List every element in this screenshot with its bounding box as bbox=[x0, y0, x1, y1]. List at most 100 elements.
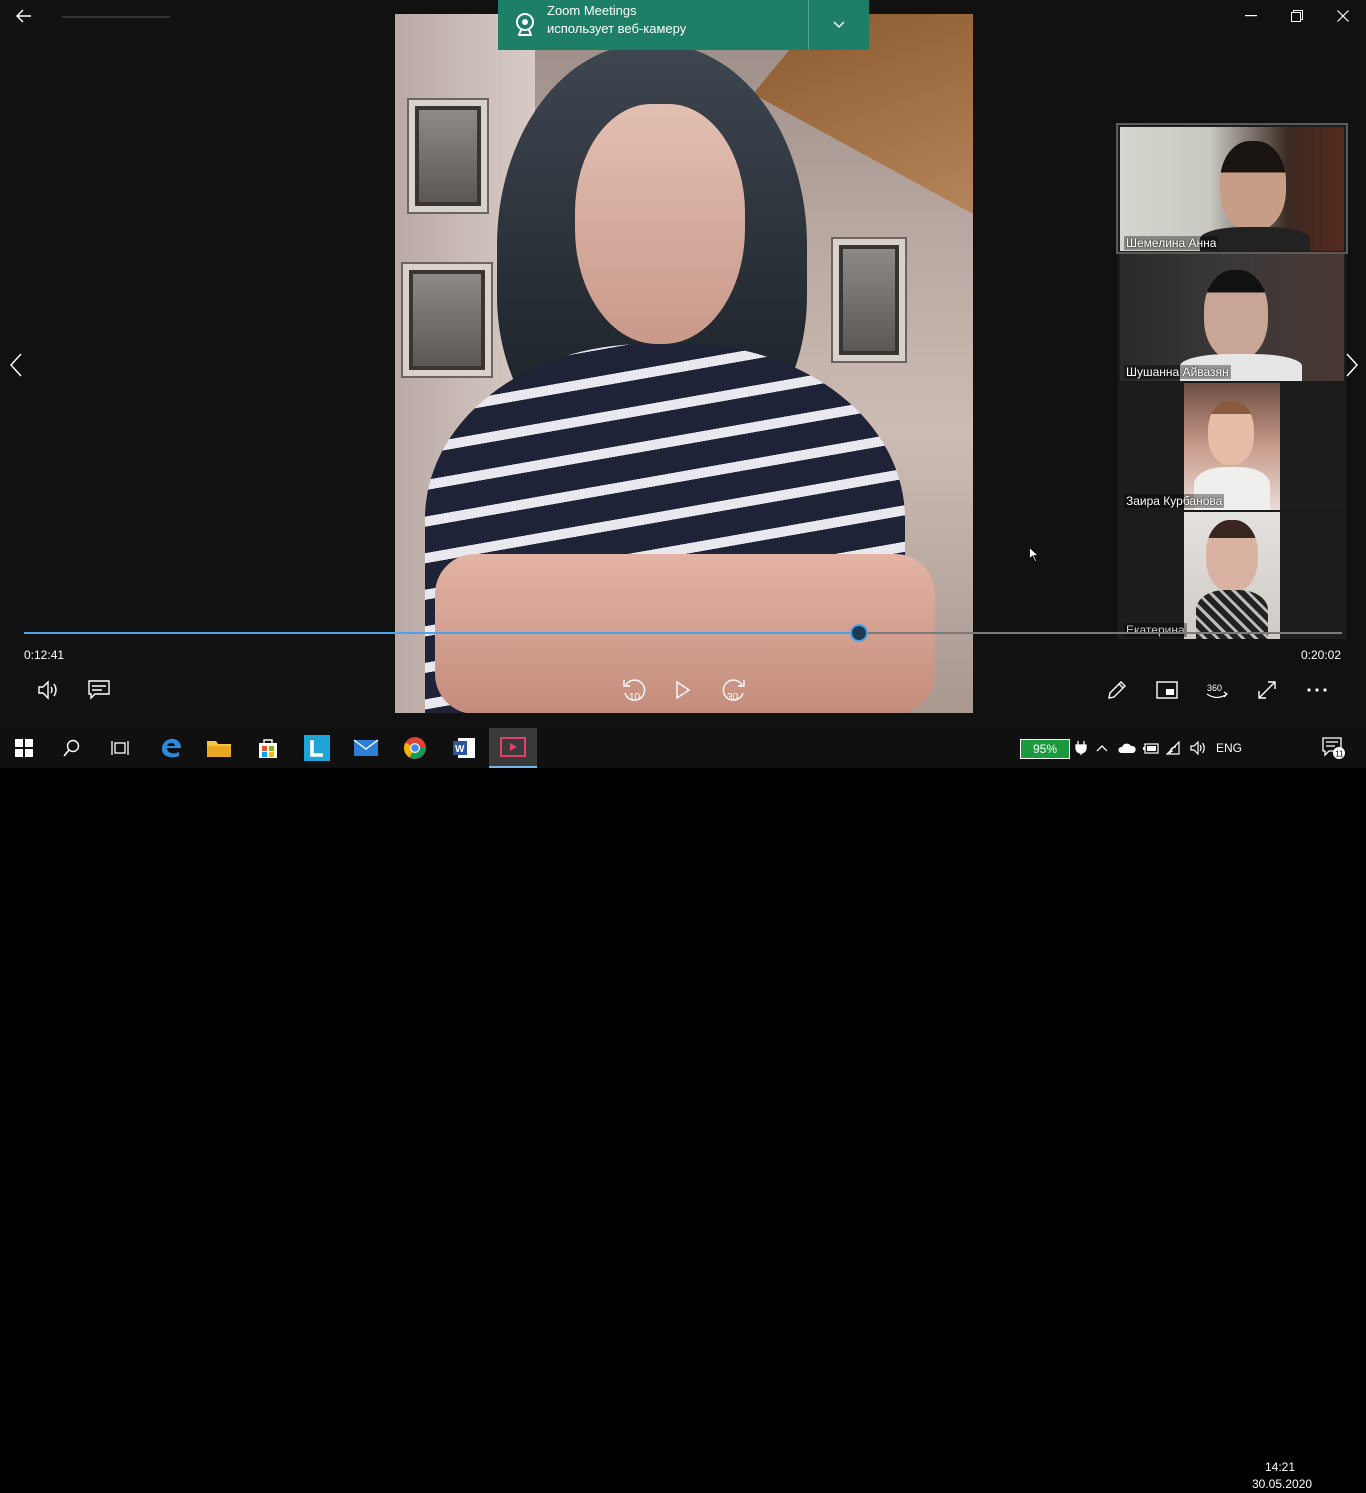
expand-icon bbox=[1258, 681, 1276, 699]
notifications-icon: 11 bbox=[1322, 737, 1345, 759]
wall-photo bbox=[833, 239, 905, 361]
video-player-icon bbox=[500, 737, 526, 757]
more-icon bbox=[1307, 688, 1327, 692]
skip-back-label: 10 bbox=[629, 692, 641, 703]
windows-logo-icon bbox=[15, 739, 33, 757]
action-center-button[interactable]: 11 bbox=[1322, 728, 1346, 768]
wall-photo bbox=[403, 264, 491, 376]
mouse-cursor-icon bbox=[1029, 547, 1039, 563]
movies-tv-button[interactable] bbox=[489, 728, 537, 768]
participant-gallery: Шемелина Анна Шушанна Айвазян Заира Курб… bbox=[1116, 123, 1348, 639]
previous-button[interactable] bbox=[4, 350, 28, 380]
minimize-button[interactable] bbox=[1228, 0, 1274, 32]
seek-bar-fill bbox=[24, 632, 860, 634]
chevron-right-icon bbox=[1346, 353, 1358, 377]
back-arrow-icon bbox=[16, 9, 31, 23]
folder-icon bbox=[207, 741, 231, 757]
current-time: 0:12:41 bbox=[24, 648, 65, 662]
close-icon bbox=[1337, 10, 1349, 22]
mini-view-icon bbox=[1156, 681, 1178, 699]
file-explorer-button[interactable] bbox=[195, 728, 243, 768]
more-options-button[interactable] bbox=[1302, 676, 1332, 704]
webcam-icon bbox=[508, 8, 542, 42]
skip-forward-button[interactable]: 30 bbox=[718, 676, 750, 704]
power-icon[interactable] bbox=[1074, 728, 1088, 768]
participant-tile[interactable]: Шушанна Айвазян bbox=[1118, 254, 1346, 381]
wifi-icon[interactable] bbox=[1166, 728, 1184, 768]
chevron-left-icon bbox=[10, 353, 22, 377]
clock-time: 14:21 bbox=[1264, 1460, 1296, 1474]
pencil-icon bbox=[1108, 681, 1126, 699]
store-button[interactable] bbox=[244, 728, 292, 768]
battery-icon[interactable] bbox=[1142, 728, 1160, 768]
participant-video bbox=[1184, 512, 1280, 639]
speaker-icon[interactable] bbox=[1190, 728, 1208, 768]
360-view-button[interactable]: 360 bbox=[1202, 676, 1232, 704]
windows-taskbar: W ENG 14:21 30.05.2020 11 bbox=[0, 728, 1366, 1491]
skip-forward-label: 30 bbox=[727, 692, 739, 703]
subtitles-button[interactable] bbox=[84, 676, 114, 704]
participant-tile[interactable]: Шемелина Анна bbox=[1116, 123, 1348, 254]
svg-text:W: W bbox=[455, 744, 465, 755]
svg-text:360: 360 bbox=[1207, 683, 1222, 693]
close-button[interactable] bbox=[1320, 0, 1366, 32]
seek-bar[interactable] bbox=[24, 624, 1342, 642]
app-l-button[interactable] bbox=[293, 728, 341, 768]
mini-view-button[interactable] bbox=[1152, 676, 1182, 704]
video-player[interactable]: Zoom Meetings использует веб-камеру Шеме… bbox=[0, 0, 1366, 728]
notification-app: Zoom Meetings bbox=[547, 3, 637, 18]
back-button[interactable] bbox=[0, 0, 48, 32]
main-video-frame bbox=[395, 14, 973, 713]
seek-bar-thumb[interactable] bbox=[850, 624, 869, 642]
fast-forward-icon: 30 bbox=[722, 679, 745, 703]
skip-back-button[interactable]: 10 bbox=[618, 676, 650, 704]
participant-video bbox=[1120, 127, 1344, 251]
minimize-icon bbox=[1245, 15, 1257, 17]
subtitles-icon bbox=[88, 680, 110, 700]
task-view-button[interactable] bbox=[96, 728, 144, 768]
l-app-icon bbox=[304, 735, 330, 761]
participant-name: Шемелина Анна bbox=[1124, 236, 1219, 250]
word-button[interactable]: W bbox=[440, 728, 488, 768]
chevron-up-icon[interactable] bbox=[1096, 728, 1108, 768]
edit-button[interactable] bbox=[1102, 676, 1132, 704]
participant-name: Шушанна Айвазян bbox=[1124, 365, 1231, 379]
word-icon: W bbox=[453, 738, 475, 758]
participant-tile[interactable]: Заира Курбанова bbox=[1118, 383, 1346, 510]
chrome-icon bbox=[404, 737, 426, 759]
mail-icon bbox=[353, 739, 379, 756]
chrome-button[interactable] bbox=[391, 728, 439, 768]
store-icon bbox=[259, 739, 277, 758]
rewind-icon: 10 bbox=[623, 679, 646, 703]
edge-icon bbox=[162, 738, 181, 758]
participant-tile[interactable]: Екатерина bbox=[1118, 512, 1346, 639]
360-icon: 360 bbox=[1206, 683, 1228, 699]
participant-video bbox=[1184, 383, 1280, 510]
volume-button[interactable] bbox=[34, 676, 64, 704]
chevron-down-icon[interactable] bbox=[809, 21, 869, 29]
search-button[interactable] bbox=[48, 728, 96, 768]
participant-name: Екатерина bbox=[1124, 623, 1187, 637]
notification-message: использует веб-камеру bbox=[547, 21, 687, 36]
system-clock[interactable]: 14:21 30.05.2020 bbox=[1252, 1459, 1313, 1493]
volume-icon bbox=[38, 680, 57, 700]
fullscreen-button[interactable] bbox=[1252, 676, 1282, 704]
participant-face bbox=[575, 104, 745, 344]
play-button[interactable] bbox=[668, 676, 698, 704]
start-button[interactable] bbox=[0, 728, 48, 768]
participant-video bbox=[1120, 254, 1344, 381]
title-bar-tab bbox=[62, 16, 170, 18]
language-indicator[interactable]: ENG bbox=[1216, 728, 1242, 768]
play-icon bbox=[676, 681, 691, 699]
clock-date: 30.05.2020 bbox=[1252, 1477, 1313, 1491]
edge-browser-button[interactable] bbox=[147, 728, 195, 768]
mail-button[interactable] bbox=[342, 728, 390, 768]
restore-button[interactable] bbox=[1274, 0, 1320, 32]
total-time: 0:20:02 bbox=[1300, 648, 1341, 662]
webcam-notification[interactable]: Zoom Meetings использует веб-камеру bbox=[498, 0, 869, 50]
restore-icon bbox=[1291, 10, 1303, 22]
notification-count: 11 bbox=[1335, 750, 1344, 759]
battery-percentage-badge[interactable]: 95% bbox=[1020, 739, 1070, 759]
search-icon bbox=[63, 739, 80, 757]
onedrive-icon[interactable] bbox=[1118, 728, 1136, 768]
